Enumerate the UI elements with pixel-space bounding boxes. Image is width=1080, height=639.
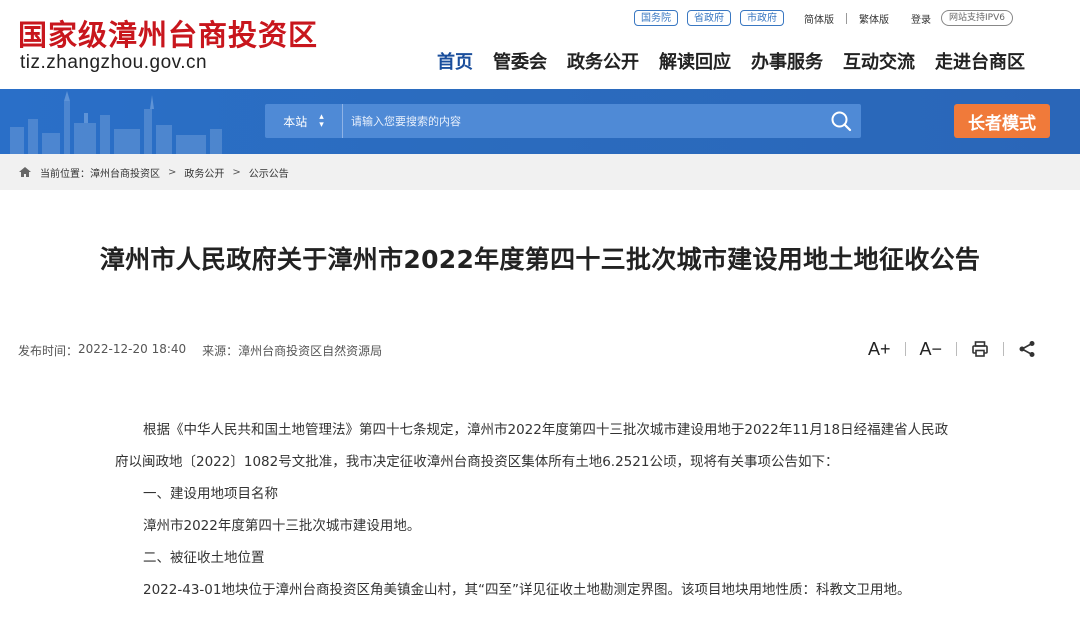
simplified-chinese-link[interactable]: 简体版 (804, 11, 834, 26)
site-logo-title[interactable]: 国家级漳州台商投资区 (18, 12, 318, 54)
nav-interpretation[interactable]: 解读回应 (659, 48, 731, 74)
publish-time: 2022-12-20 18:40 (78, 342, 187, 356)
breadcrumb-item-announcements[interactable]: 公示公告 (249, 165, 289, 180)
nav-gov-affairs[interactable]: 政务公开 (567, 48, 639, 74)
search-scope-select[interactable]: 本站 ▴ ▾ (265, 104, 343, 138)
article-body: 根据《中华人民共和国土地管理法》第四十七条规定，漳州市2022年度第四十三批次城… (115, 414, 955, 606)
nav-about[interactable]: 走进台商区 (935, 48, 1025, 74)
login-link[interactable]: 登录 (911, 11, 931, 26)
article-meta: 发布时间： 2022-12-20 18:40 来源： 漳州台商投资区自然资源局 (18, 342, 382, 359)
main-nav: 首页 管委会 政务公开 解读回应 办事服务 互动交流 走进台商区 (437, 48, 1025, 74)
link-city[interactable]: 市政府 (740, 10, 784, 26)
article-title: 漳州市人民政府关于漳州市2022年度第四十三批次城市建设用地土地征收公告 (99, 245, 981, 274)
nav-home[interactable]: 首页 (437, 48, 473, 74)
body-paragraph: 根据《中华人民共和国土地管理法》第四十七条规定，漳州市2022年度第四十三批次城… (115, 422, 949, 470)
site-header: 国家级漳州台商投资区 tiz.zhangzhou.gov.cn 国务院 省政府 … (0, 0, 1080, 89)
source: 漳州台商投资区自然资源局 (238, 344, 383, 358)
print-button[interactable] (971, 340, 989, 358)
search-banner: 本站 ▴▾ 长者模式 (0, 89, 1080, 154)
breadcrumb-separator: > (168, 166, 177, 178)
body-paragraph: 2022-43-01地块位于漳州台商投资区角美镇金山村，其“四至”详见征收土地勘… (143, 582, 911, 598)
ipv6-badge: 网站支持IPV6 (941, 10, 1013, 26)
breadcrumb-separator: > (232, 166, 241, 178)
link-province[interactable]: 省政府 (687, 10, 731, 26)
font-increase-button[interactable]: A+ (868, 339, 891, 360)
print-icon (972, 341, 988, 357)
publish-time-label: 发布时间： (18, 344, 79, 358)
sort-arrows-icon: ▴ ▾ (319, 112, 324, 130)
share-button[interactable] (1018, 340, 1036, 358)
source-label: 来源： (202, 344, 239, 358)
traditional-chinese-link[interactable]: 繁体版 (859, 11, 889, 26)
nav-interaction[interactable]: 互动交流 (843, 48, 915, 74)
site-logo-url: tiz.zhangzhou.gov.cn (20, 52, 208, 73)
search-scope-label: 本站 (283, 114, 308, 129)
section-heading: 一、建设用地项目名称 (143, 486, 278, 502)
breadcrumb-item-gov-affairs[interactable]: 政务公开 (184, 165, 224, 180)
city-skyline-illustration (10, 91, 222, 154)
article-tools: A+ A− (868, 336, 1036, 362)
home-icon (18, 166, 32, 178)
section-heading: 二、被征收土地位置 (143, 550, 265, 566)
top-links: 国务院 省政府 市政府 简体版 繁体版 登录 网站支持IPV6 (634, 9, 1013, 27)
search-bar: 本站 ▴ ▾ (265, 104, 861, 138)
search-button[interactable] (821, 104, 861, 138)
breadcrumb: 当前位置： 漳州台商投资区 > 政务公开 > 公示公告 (0, 154, 1080, 190)
divider (846, 12, 847, 24)
body-paragraph: 漳州市2022年度第四十三批次城市建设用地。 (143, 518, 421, 534)
link-state-council[interactable]: 国务院 (634, 10, 678, 26)
nav-committee[interactable]: 管委会 (493, 48, 547, 74)
breadcrumb-item-tiz[interactable]: 漳州台商投资区 (90, 165, 160, 180)
share-icon (1019, 341, 1035, 357)
nav-services[interactable]: 办事服务 (751, 48, 823, 74)
elder-mode-button[interactable]: 长者模式 (954, 104, 1050, 138)
search-input[interactable] (343, 104, 821, 138)
font-decrease-button[interactable]: A− (920, 339, 943, 360)
breadcrumb-label: 当前位置： (40, 168, 90, 180)
search-icon (831, 111, 852, 132)
